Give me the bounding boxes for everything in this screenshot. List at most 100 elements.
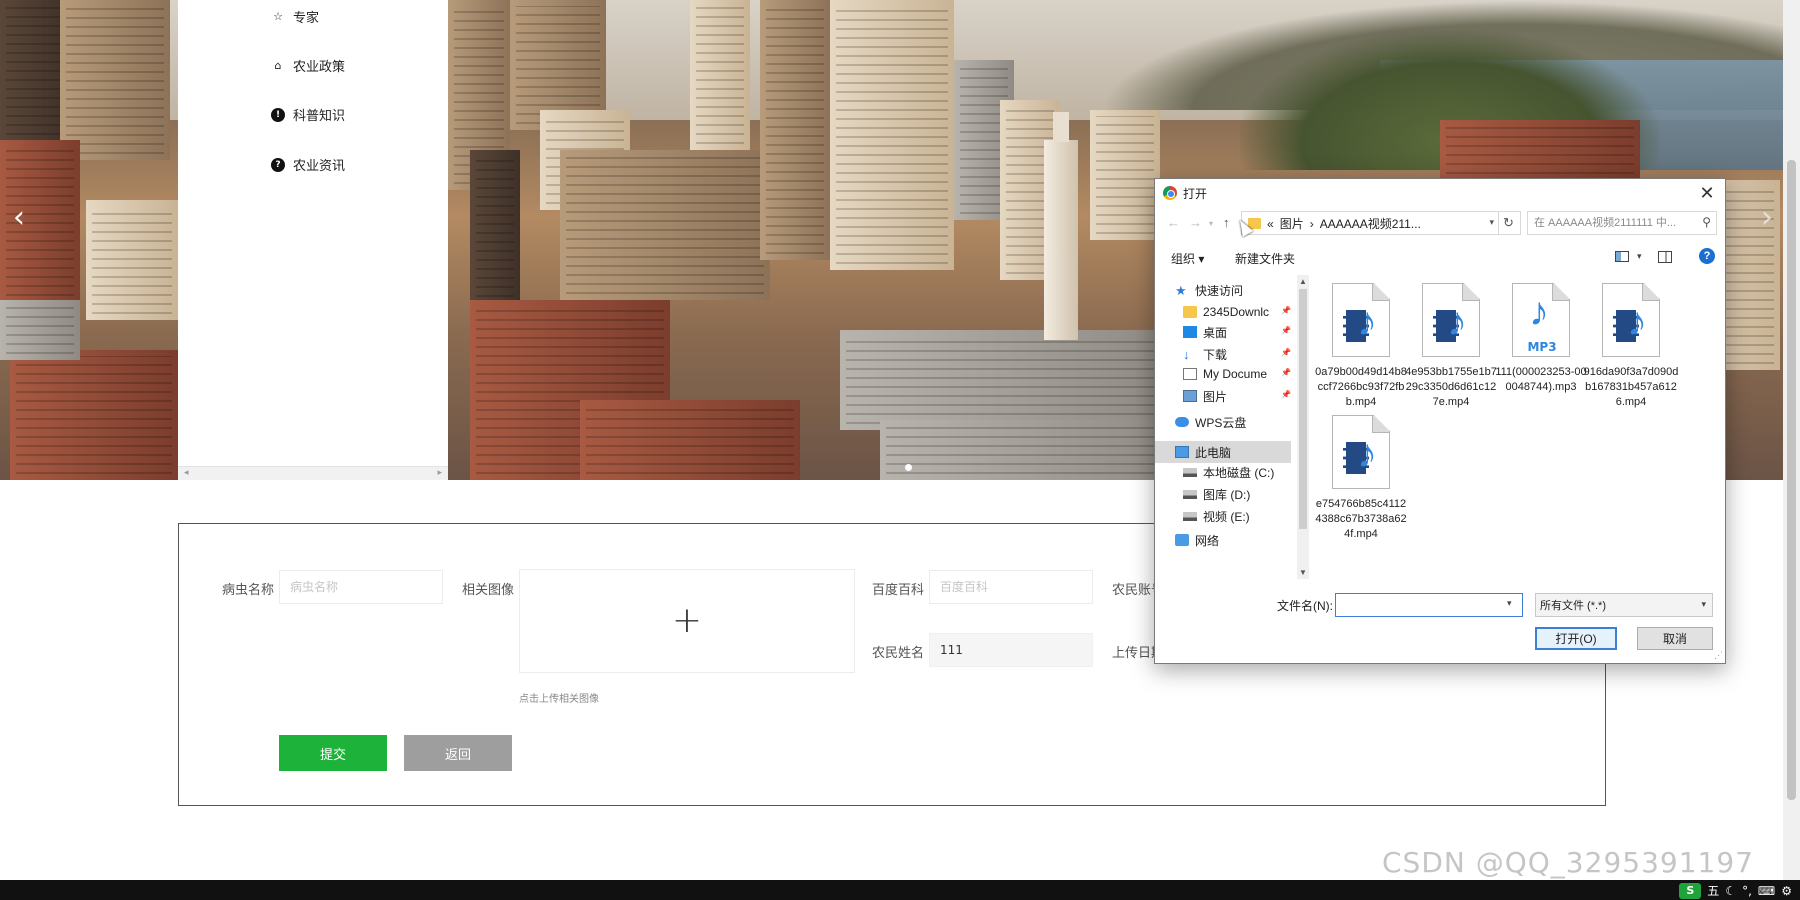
breadcrumb-item[interactable]: 图片 bbox=[1280, 217, 1304, 231]
file-name: 4e953bb1755e1b729c3350d6d61c127e.mp4 bbox=[1405, 366, 1497, 408]
chevron-down-icon[interactable]: ▾ bbox=[1637, 251, 1642, 262]
view-mode-icon[interactable] bbox=[1615, 251, 1629, 262]
dialog-title: 打开 bbox=[1183, 186, 1208, 201]
address-bar[interactable]: « 图片 › AAAAAA视频211... ▾ bbox=[1241, 211, 1499, 235]
page-scrollbar[interactable] bbox=[1783, 0, 1800, 880]
new-folder-button[interactable]: 新建文件夹 bbox=[1235, 250, 1295, 267]
audio-file-icon: ♪ MP3 bbox=[1512, 283, 1570, 357]
tree-item[interactable]: 本地磁盘 (C:) bbox=[1155, 461, 1291, 483]
image-label: 相关图像 bbox=[462, 583, 515, 598]
file-item[interactable]: ♪ 0a79b00d49d14b8ccf7266bc93f72fbb.mp4 bbox=[1313, 283, 1409, 410]
baike-label: 百度百科 bbox=[872, 583, 925, 598]
pin-icon: 📌 bbox=[1281, 368, 1291, 377]
open-button[interactable]: 打开(O) bbox=[1535, 627, 1617, 650]
file-item[interactable]: ♪ MP3 111(000023253-000048744).mp3 bbox=[1493, 283, 1589, 395]
download-icon: ↓ bbox=[1183, 346, 1190, 362]
close-icon[interactable]: ✕ bbox=[1695, 181, 1719, 205]
tree-item[interactable]: 桌面 📌 bbox=[1155, 321, 1291, 343]
menu-item[interactable]: ? 农业资讯 bbox=[271, 155, 345, 174]
resize-grip-icon[interactable]: ⋰ bbox=[1714, 650, 1723, 661]
cancel-button[interactable]: 取消 bbox=[1637, 627, 1713, 650]
building bbox=[560, 150, 770, 300]
tree-item[interactable]: My Docume 📌 bbox=[1155, 363, 1291, 385]
filetype-select[interactable]: 所有文件 (*.*) ▾ bbox=[1535, 593, 1713, 617]
menu-item[interactable]: ⌂ 农业政策 bbox=[271, 56, 346, 75]
pin-icon: 📌 bbox=[1281, 306, 1291, 315]
building bbox=[580, 400, 800, 480]
tree-item-label: 桌面 bbox=[1203, 325, 1228, 340]
search-input[interactable] bbox=[1527, 211, 1717, 235]
system-tray: S 五 ☾ °, ⌨ ⚙ bbox=[1679, 882, 1792, 899]
plus-icon: + bbox=[671, 600, 703, 641]
menu-item-label: 农业政策 bbox=[293, 60, 346, 75]
image-upload-box[interactable]: + bbox=[519, 569, 855, 673]
tree-item[interactable]: 视频 (E:) bbox=[1155, 505, 1291, 527]
punctuation-icon[interactable]: °, bbox=[1742, 884, 1752, 898]
dialog-footer: 文件名(N): ▾ 所有文件 (*.*) ▾ 打开(O) 取消 ⋰ bbox=[1155, 579, 1725, 663]
carousel-prev-icon[interactable]: ‹ bbox=[4, 198, 34, 238]
moon-icon[interactable]: ☾ bbox=[1725, 884, 1736, 898]
recent-dropdown-icon[interactable]: ▾ bbox=[1209, 219, 1213, 228]
carousel-dot[interactable] bbox=[905, 464, 912, 471]
breadcrumb-item[interactable]: AAAAAA视频211... bbox=[1320, 217, 1421, 231]
building bbox=[760, 0, 830, 260]
clock-tower bbox=[1044, 112, 1078, 340]
filetype-value: 所有文件 (*.*) bbox=[1540, 600, 1606, 612]
tree-item[interactable]: 图片 📌 bbox=[1155, 385, 1291, 407]
file-list: ♪ 0a79b00d49d14b8ccf7266bc93f72fbb.mp4 ♪ 4e… bbox=[1313, 275, 1721, 575]
navigation-scroll-thumb[interactable] bbox=[1299, 289, 1307, 529]
page-scroll-thumb[interactable] bbox=[1787, 160, 1796, 800]
ferry-building bbox=[840, 330, 1170, 430]
tree-item[interactable]: ★ 快速访问 bbox=[1155, 279, 1291, 301]
tree-item[interactable]: WPS云盘 bbox=[1155, 411, 1291, 433]
baike-input[interactable] bbox=[929, 570, 1093, 604]
scroll-left-icon[interactable]: ◂ bbox=[184, 468, 189, 478]
file-item[interactable]: ♪ 916da90f3a7d090db167831b457a6126.mp4 bbox=[1583, 283, 1679, 410]
navigation-scrollbar[interactable]: ▲ ▼ bbox=[1297, 275, 1309, 579]
ime-mode-indicator[interactable]: 五 bbox=[1707, 882, 1719, 899]
tree-item[interactable]: 此电脑 bbox=[1155, 441, 1291, 463]
search-icon[interactable]: ⚲ bbox=[1702, 215, 1711, 229]
scroll-right-icon[interactable]: ▸ bbox=[437, 468, 442, 478]
filename-input[interactable] bbox=[1335, 593, 1523, 617]
chevron-down-icon[interactable]: ▾ bbox=[1489, 217, 1494, 228]
video-file-icon: ♪ bbox=[1422, 283, 1480, 357]
scroll-down-icon[interactable]: ▼ bbox=[1299, 568, 1307, 577]
pest-name-input[interactable] bbox=[279, 570, 443, 604]
chevron-down-icon[interactable]: ▾ bbox=[1507, 598, 1512, 609]
up-arrow-icon[interactable]: ↑ bbox=[1223, 215, 1230, 230]
submit-button[interactable]: 提交 bbox=[279, 735, 387, 771]
document-icon bbox=[1183, 368, 1197, 380]
tree-item[interactable]: ↓ 下载 📌 bbox=[1155, 343, 1291, 365]
ime-icon[interactable]: S bbox=[1679, 882, 1702, 899]
file-item[interactable]: ♪ 4e953bb1755e1b729c3350d6d61c127e.mp4 bbox=[1403, 283, 1499, 410]
refresh-icon[interactable]: ↻ bbox=[1497, 211, 1521, 235]
forward-arrow-icon[interactable]: → bbox=[1189, 215, 1202, 230]
drive-icon bbox=[1183, 511, 1197, 521]
back-button[interactable]: 返回 bbox=[404, 735, 512, 771]
tree-item[interactable]: 网络 bbox=[1155, 529, 1291, 551]
tree-item[interactable]: 2345Downlc 📌 bbox=[1155, 301, 1291, 323]
carousel-next-icon[interactable]: › bbox=[1752, 198, 1782, 238]
scroll-up-icon[interactable]: ▲ bbox=[1299, 277, 1307, 286]
back-arrow-icon[interactable]: ← bbox=[1167, 215, 1180, 230]
menu-horizontal-scrollbar[interactable]: ◂ ▸ bbox=[178, 466, 448, 480]
menu-item[interactable]: ! 科普知识 bbox=[271, 105, 345, 124]
settings-icon[interactable]: ⚙ bbox=[1781, 884, 1792, 898]
preview-pane-icon[interactable] bbox=[1658, 251, 1672, 263]
help-icon[interactable]: ? bbox=[1699, 248, 1715, 264]
chevron-down-icon: ▾ bbox=[1701, 599, 1706, 609]
tree-item-label: 下载 bbox=[1203, 347, 1228, 362]
organize-button[interactable]: 组织 ▾ bbox=[1171, 250, 1204, 267]
building bbox=[1090, 110, 1160, 240]
building bbox=[10, 350, 178, 480]
file-name: 111(000023253-000048744).mp3 bbox=[1495, 366, 1587, 393]
tree-item[interactable]: 图库 (D:) bbox=[1155, 483, 1291, 505]
menu-item[interactable]: ☆ 专家 bbox=[271, 7, 319, 26]
building bbox=[830, 0, 954, 270]
file-item[interactable]: ♪ e754766b85c41124388c67b3738a624f.mp4 bbox=[1313, 415, 1409, 542]
tree-item-label: 图片 bbox=[1203, 389, 1228, 404]
tree-item-label: 2345Downlc bbox=[1203, 305, 1270, 319]
farmer-name-input[interactable] bbox=[929, 633, 1093, 667]
keyboard-icon[interactable]: ⌨ bbox=[1758, 884, 1775, 898]
